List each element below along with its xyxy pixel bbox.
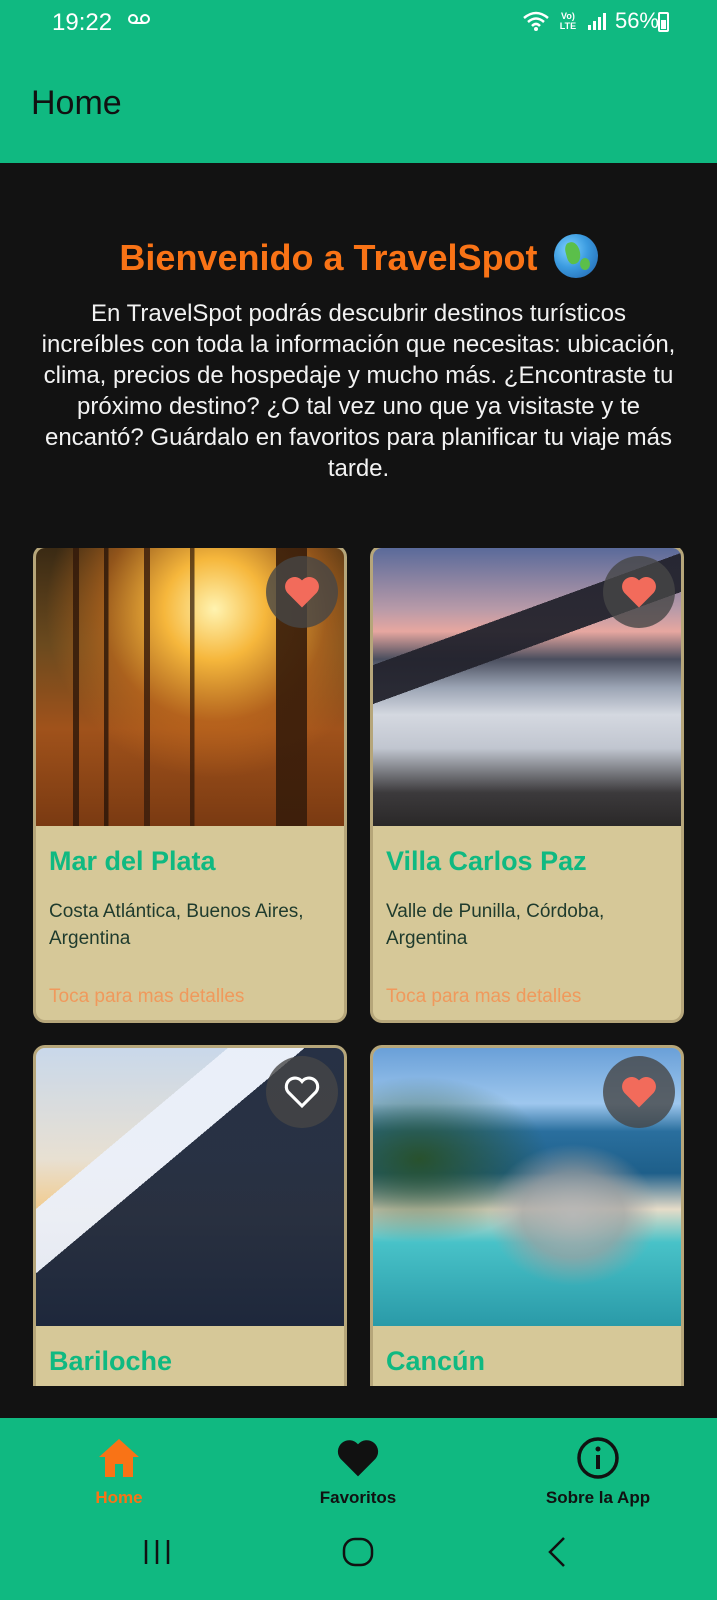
favorite-button[interactable] bbox=[603, 556, 675, 628]
heart-filled-icon bbox=[285, 576, 319, 608]
welcome-title: Bienvenido a TravelSpot bbox=[0, 234, 717, 279]
heart-filled-icon bbox=[622, 576, 656, 608]
destination-card[interactable]: Villa Carlos Paz Valle de Punilla, Córdo… bbox=[370, 548, 684, 1023]
details-hint: Toca para mas detalles bbox=[49, 986, 245, 1007]
destination-card[interactable]: Bariloche bbox=[33, 1045, 347, 1386]
wifi-icon bbox=[523, 11, 549, 31]
nav-home[interactable]: Home bbox=[29, 1436, 209, 1508]
favorite-button[interactable] bbox=[266, 1056, 338, 1128]
destination-name: Cancún bbox=[386, 1346, 486, 1376]
welcome-title-text: Bienvenido a TravelSpot bbox=[119, 237, 538, 278]
destination-name: Villa Carlos Paz bbox=[386, 846, 587, 876]
destination-location: Costa Atlántica, Buenos Aires, Argentina bbox=[49, 901, 304, 949]
app-bar: Home bbox=[0, 46, 717, 163]
details-hint: Toca para mas detalles bbox=[386, 986, 582, 1007]
status-time: 19:22 bbox=[52, 9, 113, 36]
favorite-button[interactable] bbox=[603, 1056, 675, 1128]
welcome-text: En TravelSpot podrás descubrir destinos … bbox=[41, 300, 676, 482]
signal-icon bbox=[587, 13, 606, 30]
destination-name: Mar del Plata bbox=[49, 846, 216, 876]
destination-card[interactable]: Mar del Plata Costa Atlántica, Buenos Ai… bbox=[33, 548, 347, 1023]
heart-outline-icon bbox=[284, 1076, 320, 1109]
voicemail-icon bbox=[128, 14, 150, 24]
nav-favoritos[interactable]: Favoritos bbox=[268, 1436, 448, 1508]
nav-favoritos-label: Favoritos bbox=[319, 1488, 397, 1507]
nav-about[interactable]: Sobre la App bbox=[508, 1436, 688, 1508]
system-navigation-bar bbox=[0, 1518, 717, 1600]
lte-indicator: Vo) LTE bbox=[559, 11, 577, 31]
page-title: Home bbox=[31, 84, 122, 122]
info-icon bbox=[577, 1437, 619, 1479]
favorite-button[interactable] bbox=[266, 556, 338, 628]
status-bar: 19:22 Vo) LTE 56% bbox=[0, 0, 717, 46]
heart-icon bbox=[337, 1440, 379, 1477]
battery-percent: 56% bbox=[614, 8, 659, 33]
battery-icon bbox=[658, 12, 669, 32]
heart-filled-icon bbox=[622, 1076, 656, 1108]
destination-grid[interactable]: Mar del Plata Costa Atlántica, Buenos Ai… bbox=[0, 548, 717, 1386]
destination-location: Valle de Punilla, Córdoba, Argentina bbox=[386, 901, 605, 949]
globe-icon bbox=[553, 234, 598, 278]
destination-card[interactable]: Cancún bbox=[370, 1045, 684, 1386]
nav-about-label: Sobre la App bbox=[545, 1488, 651, 1507]
home-icon bbox=[99, 1439, 139, 1477]
destination-name: Bariloche bbox=[49, 1346, 173, 1376]
recent-apps-icon[interactable] bbox=[137, 1532, 177, 1572]
nav-home-label: Home bbox=[95, 1488, 143, 1507]
home-button-icon[interactable] bbox=[338, 1532, 378, 1572]
back-icon[interactable] bbox=[538, 1532, 578, 1572]
